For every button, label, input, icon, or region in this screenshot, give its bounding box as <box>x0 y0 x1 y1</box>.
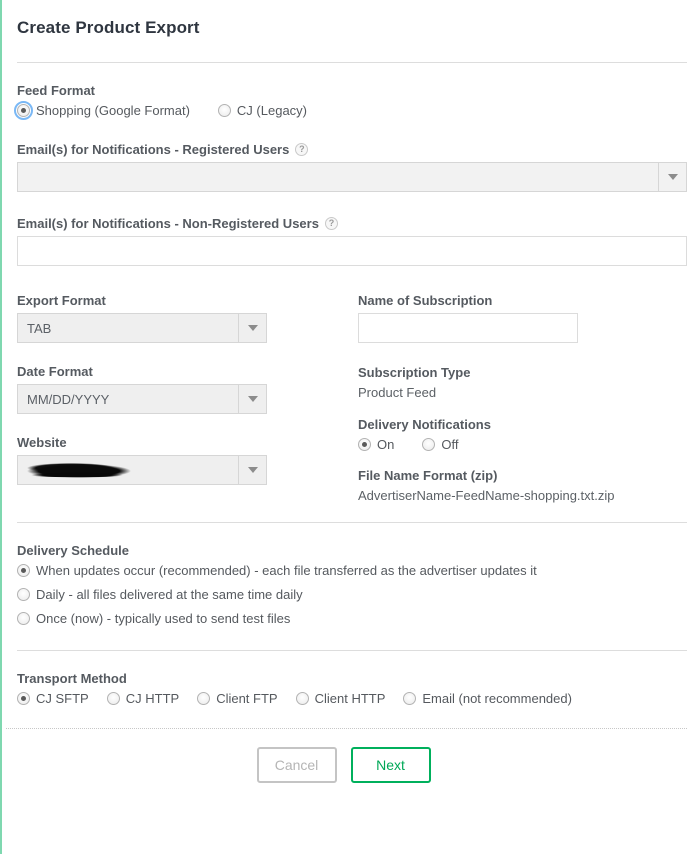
radio-option-daily[interactable]: Daily - all files delivered at the same … <box>17 587 687 602</box>
radio-label: Daily - all files delivered at the same … <box>36 587 303 602</box>
form-footer: Cancel Next <box>0 729 687 783</box>
radio-indicator[interactable] <box>106 692 120 705</box>
delivery-schedule-section: Delivery Schedule When updates occur (re… <box>17 543 687 626</box>
chevron-down-icon[interactable] <box>658 163 686 191</box>
date-format-value: MM/DD/YYYY <box>27 391 110 407</box>
transport-method-section: Transport Method CJ SFTP CJ HTTP Client … <box>17 671 687 706</box>
radio-label: Once (now) - typically used to send test… <box>36 611 291 626</box>
radio-option-cj-legacy[interactable]: CJ (Legacy) <box>217 103 307 118</box>
radio-option-notifications-off[interactable]: Off <box>422 437 458 452</box>
email-registered-label-text: Email(s) for Notifications - Registered … <box>17 142 290 157</box>
radio-label: On <box>377 437 395 452</box>
chevron-down-icon[interactable] <box>238 456 266 484</box>
email-non-registered-label-text: Email(s) for Notifications - Non-Registe… <box>17 216 319 231</box>
delivery-notifications-section: Delivery Notifications On Off <box>358 417 687 452</box>
radio-option-once-now[interactable]: Once (now) - typically used to send test… <box>17 611 687 626</box>
file-name-format-value: AdvertiserName-FeedName-shopping.txt.zip <box>358 488 615 503</box>
delivery-schedule-label: Delivery Schedule <box>17 543 129 558</box>
question-mark-icon[interactable]: ? <box>295 143 309 156</box>
radio-option-cj-http[interactable]: CJ HTTP <box>106 691 180 706</box>
divider-below-title <box>17 62 687 63</box>
radio-indicator[interactable] <box>217 104 231 117</box>
radio-indicator[interactable] <box>17 564 30 577</box>
right-column: Name of Subscription Subscription Type P… <box>358 293 687 503</box>
radio-indicator[interactable] <box>17 588 30 601</box>
radio-indicator[interactable] <box>17 612 30 625</box>
radio-indicator[interactable] <box>295 692 309 705</box>
radio-indicator[interactable] <box>17 692 30 705</box>
left-column: Export Format TAB Date Format MM/DD/YYYY… <box>17 293 358 503</box>
subscription-name-input[interactable] <box>358 313 578 343</box>
subscription-type-label: Subscription Type <box>358 365 471 380</box>
cancel-button[interactable]: Cancel <box>256 747 337 783</box>
radio-label: CJ (Legacy) <box>236 103 307 118</box>
radio-option-client-http[interactable]: Client HTTP <box>295 691 386 706</box>
radio-indicator[interactable] <box>197 692 211 705</box>
feed-format-section: Feed Format Shopping (Google Format) CJ … <box>14 83 687 120</box>
delivery-notifications-radio-group: On Off <box>358 437 687 452</box>
radio-label: Client HTTP <box>314 691 386 706</box>
email-non-registered-section: Email(s) for Notifications - Non-Registe… <box>17 216 687 266</box>
delivery-schedule-radio-group: When updates occur (recommended) - each … <box>17 563 687 626</box>
email-registered-label: Email(s) for Notifications - Registered … <box>17 142 687 157</box>
radio-option-notifications-on[interactable]: On <box>358 437 394 452</box>
divider-above-delivery-schedule <box>17 522 687 523</box>
next-button[interactable]: Next <box>350 747 431 783</box>
subscription-name-section: Name of Subscription <box>358 293 687 343</box>
radio-label: Email (not recommended) <box>422 691 572 706</box>
website-select[interactable] <box>17 455 267 485</box>
chevron-down-icon[interactable] <box>238 314 266 342</box>
subscription-type-value: Product Feed <box>358 385 437 400</box>
radio-indicator[interactable] <box>358 438 371 451</box>
file-name-format-section: File Name Format (zip) AdvertiserName-Fe… <box>358 468 687 503</box>
redaction-scribble <box>27 462 131 478</box>
create-product-export-form: Create Product Export Feed Format Shoppi… <box>0 0 687 783</box>
chevron-down-icon[interactable] <box>238 385 266 413</box>
date-format-select[interactable]: MM/DD/YYYY <box>17 384 267 414</box>
file-name-format-label: File Name Format (zip) <box>358 468 498 483</box>
email-registered-select[interactable] <box>17 162 687 192</box>
divider-above-transport-method <box>17 650 687 651</box>
transport-method-label: Transport Method <box>17 671 127 686</box>
page-title: Create Product Export <box>17 18 200 37</box>
radio-indicator[interactable] <box>14 101 33 120</box>
radio-option-when-updates-occur[interactable]: When updates occur (recommended) - each … <box>17 563 687 578</box>
feed-format-radio-group: Shopping (Google Format) CJ (Legacy) <box>14 101 687 120</box>
export-format-label: Export Format <box>17 293 106 308</box>
subscription-name-label: Name of Subscription <box>358 293 493 308</box>
radio-option-shopping-google-format[interactable]: Shopping (Google Format) <box>14 101 190 120</box>
email-registered-value <box>18 163 658 191</box>
radio-option-email-not-recommended[interactable]: Email (not recommended) <box>403 691 572 706</box>
export-format-section: Export Format TAB <box>17 293 358 343</box>
radio-label: CJ HTTP <box>125 691 180 706</box>
website-section: Website <box>17 435 358 485</box>
date-format-label: Date Format <box>17 364 93 379</box>
radio-label: Client FTP <box>216 691 278 706</box>
question-mark-icon[interactable]: ? <box>324 217 338 230</box>
radio-label: Shopping (Google Format) <box>36 103 190 118</box>
subscription-type-section: Subscription Type Product Feed <box>358 365 687 400</box>
radio-label: When updates occur (recommended) - each … <box>36 563 537 578</box>
website-value <box>18 456 238 484</box>
website-label: Website <box>17 435 67 450</box>
radio-label: Off <box>441 437 459 452</box>
email-non-registered-input[interactable] <box>17 236 687 266</box>
export-format-select[interactable]: TAB <box>17 313 267 343</box>
radio-option-cj-sftp[interactable]: CJ SFTP <box>17 691 89 706</box>
radio-option-client-ftp[interactable]: Client FTP <box>197 691 278 706</box>
date-format-section: Date Format MM/DD/YYYY <box>17 364 358 414</box>
radio-label: CJ SFTP <box>36 691 89 706</box>
delivery-notifications-label: Delivery Notifications <box>358 417 491 432</box>
radio-indicator[interactable] <box>403 692 417 705</box>
export-format-value: TAB <box>27 320 52 336</box>
feed-format-label: Feed Format <box>17 83 96 98</box>
radio-indicator[interactable] <box>422 438 436 451</box>
two-column-area: Export Format TAB Date Format MM/DD/YYYY… <box>17 293 687 503</box>
email-non-registered-label: Email(s) for Notifications - Non-Registe… <box>17 216 687 231</box>
transport-method-radio-group: CJ SFTP CJ HTTP Client FTP Client HTTP E… <box>17 691 687 706</box>
email-registered-section: Email(s) for Notifications - Registered … <box>17 142 687 192</box>
